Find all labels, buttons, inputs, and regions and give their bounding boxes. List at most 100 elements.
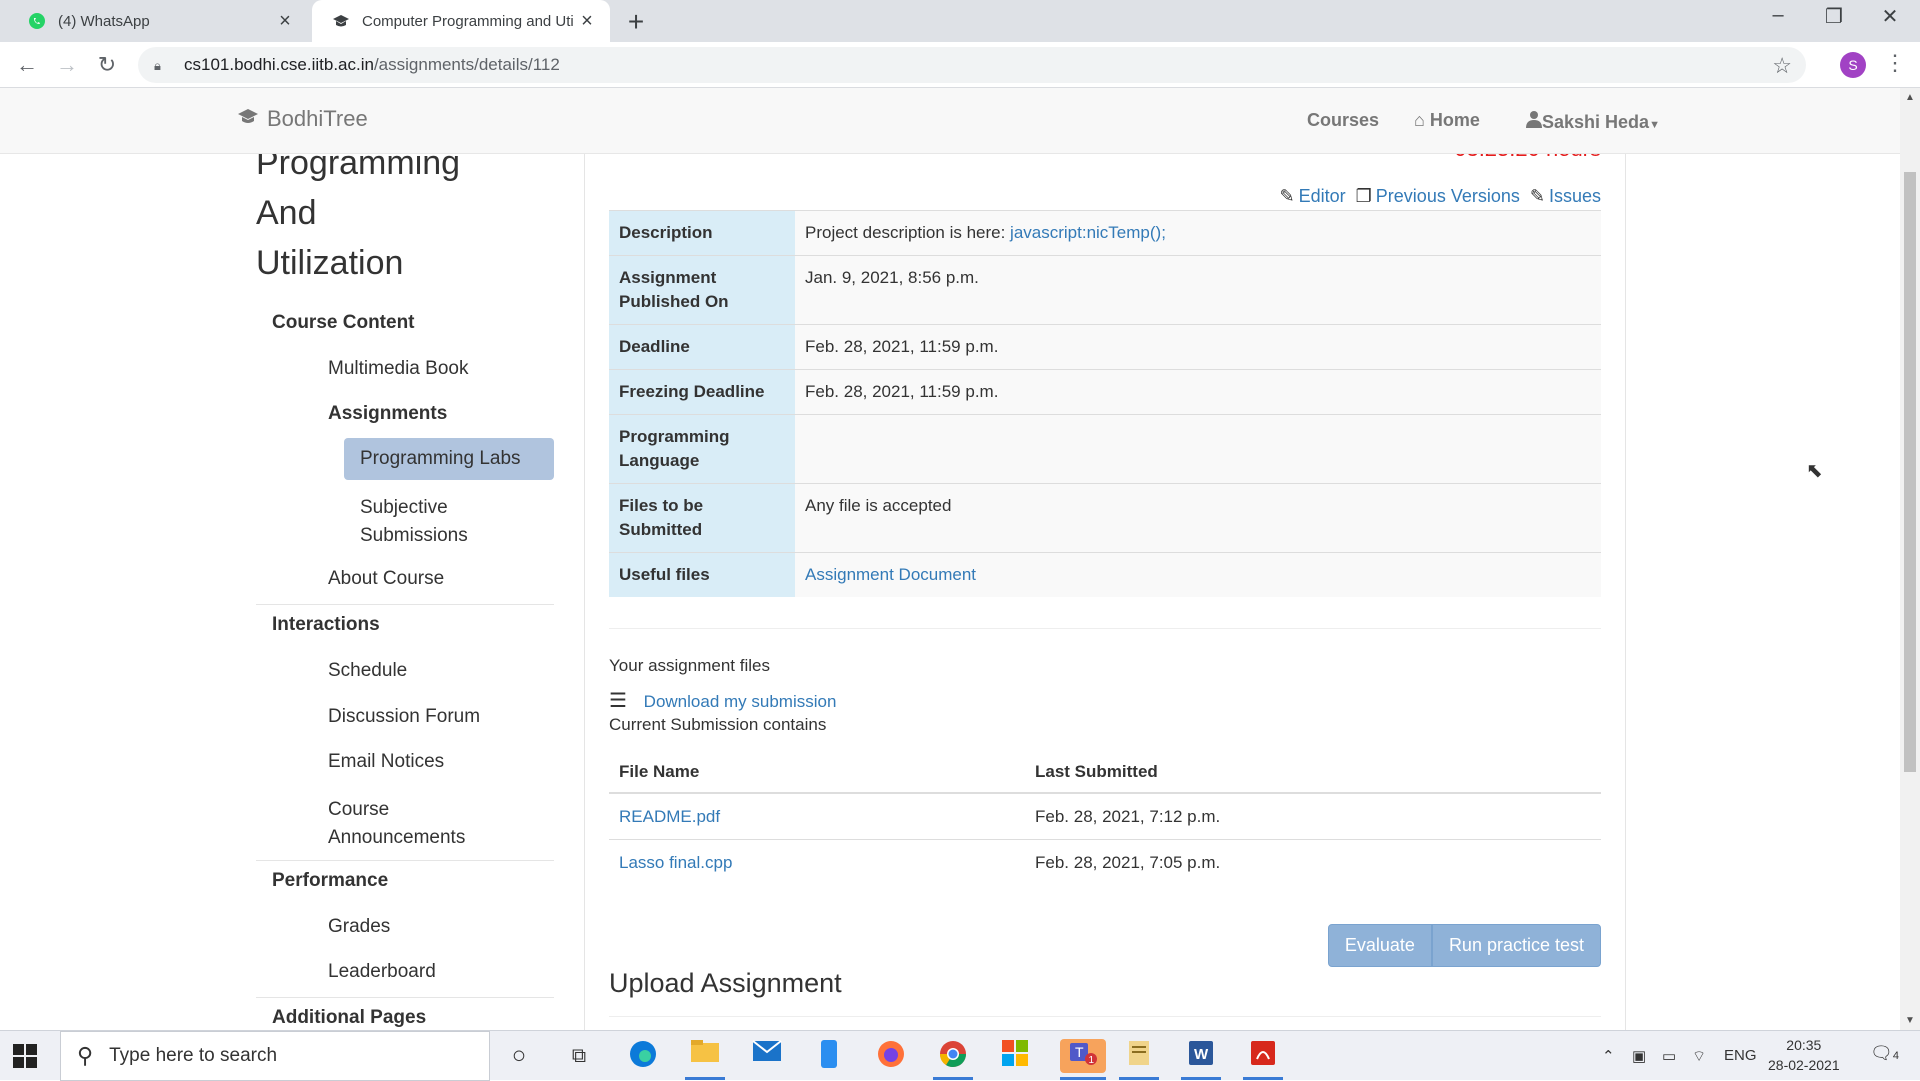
sidebar-divider — [256, 604, 554, 605]
sidebar-item-discussion-forum[interactable]: Discussion Forum — [328, 706, 480, 728]
firefox-icon[interactable] — [874, 1039, 908, 1073]
edge-icon[interactable] — [626, 1039, 660, 1073]
close-tab-icon[interactable]: × — [274, 10, 296, 33]
sidebar-item-schedule[interactable]: Schedule — [328, 660, 407, 682]
date-cell: Feb. 28, 2021, 7:12 p.m. — [1025, 792, 1601, 840]
download-submission-link[interactable]: Download my submission — [644, 692, 837, 711]
file-link[interactable]: Lasso final.cpp — [619, 853, 732, 872]
restore-icon[interactable]: ❐ — [1814, 4, 1854, 29]
sidebar-item-grades[interactable]: Grades — [328, 916, 390, 938]
info-value: Any file is accepted — [795, 483, 1601, 553]
info-key: Useful files — [609, 552, 795, 597]
graduation-cap-icon — [237, 108, 259, 131]
microsoft-store-icon[interactable] — [998, 1039, 1032, 1073]
profile-avatar[interactable]: S — [1840, 52, 1866, 78]
bookmark-star-icon[interactable]: ☆ — [1772, 53, 1792, 79]
previous-versions-link[interactable]: ❐ Previous Versions — [1356, 186, 1520, 207]
info-value: Feb. 28, 2021, 11:59 p.m. — [795, 369, 1601, 415]
phone-app-icon[interactable] — [812, 1039, 846, 1073]
graduation-cap-icon — [332, 12, 350, 30]
browser-menu-icon[interactable]: ⋮ — [1884, 50, 1906, 76]
current-submission-label: Current Submission contains — [609, 715, 827, 734]
scroll-thumb[interactable] — [1904, 172, 1916, 772]
show-hidden-icons-icon[interactable]: ⌃ — [1602, 1047, 1615, 1065]
chrome-icon[interactable] — [936, 1039, 970, 1073]
word-icon[interactable]: W — [1184, 1039, 1218, 1073]
teams-icon[interactable]: T1 — [1060, 1039, 1106, 1073]
cortana-icon[interactable]: ○ — [502, 1039, 536, 1073]
sidebar-item-assignments[interactable]: Assignments — [328, 403, 447, 425]
sidebar-item-programming-labs[interactable]: Programming Labs — [344, 438, 554, 480]
sidebar-interactions[interactable]: Interactions — [272, 614, 380, 636]
scroll-down-icon[interactable]: ▼ — [1905, 1015, 1915, 1026]
description-link[interactable]: javascript:nicTemp(); — [1010, 223, 1166, 242]
nav-home[interactable]: ⌂ Home — [1414, 110, 1480, 131]
taskbar-search-box[interactable]: ⚲ Type here to search — [60, 1031, 490, 1081]
editor-label: Editor — [1298, 186, 1346, 206]
task-view-icon[interactable]: ⧉ — [562, 1039, 596, 1073]
file-explorer-icon[interactable] — [688, 1039, 722, 1073]
download-row: ☰ Download my submission — [609, 688, 836, 713]
notepad-icon[interactable] — [1122, 1039, 1156, 1073]
sidebar-item-about-course[interactable]: About Course — [328, 568, 444, 590]
meet-now-icon[interactable]: ▣ — [1632, 1047, 1646, 1065]
sidebar-item-label: Announcements — [328, 827, 466, 848]
tab-course[interactable]: Computer Programming and Uti × — [312, 0, 610, 42]
scroll-up-icon[interactable]: ▲ — [1905, 92, 1915, 103]
sidebar-item-course-announcements[interactable]: Course Announcements — [328, 796, 465, 852]
site-navbar: BodhiTree Courses ⌂ Home Sakshi Heda▼ — [0, 88, 1900, 154]
windows-start-icon[interactable] — [12, 1043, 38, 1069]
sidebar-performance[interactable]: Performance — [272, 870, 388, 892]
info-key-line: Programming — [619, 427, 730, 446]
tab-label: Computer Programming and Uti — [362, 12, 574, 30]
sidebar-item-label: Subjective — [360, 497, 448, 518]
brand-link[interactable]: BodhiTree — [237, 106, 368, 132]
tab-whatsapp[interactable]: (4) WhatsApp × — [8, 0, 308, 42]
nav-courses[interactable]: Courses — [1307, 110, 1379, 131]
new-tab-icon[interactable]: + — [622, 6, 650, 38]
sidebar-item-subjective-submissions[interactable]: Subjective Submissions — [360, 494, 468, 550]
close-tab-icon[interactable]: × — [576, 10, 598, 33]
acrobat-icon[interactable] — [1246, 1039, 1280, 1073]
page-scrollbar[interactable]: ▲ ▼ — [1900, 88, 1920, 1030]
your-files-label: Your assignment files — [609, 656, 770, 675]
edit-icon: ✎ — [1529, 186, 1545, 206]
language-indicator[interactable]: ENG — [1724, 1047, 1757, 1064]
info-key-line: Language — [619, 451, 700, 470]
mouse-cursor-icon: ⬉ — [1806, 460, 1823, 482]
run-practice-test-button[interactable]: Run practice test — [1431, 924, 1601, 967]
file-link[interactable]: README.pdf — [619, 807, 720, 826]
page-content: Programming And Utilization Course Conte… — [0, 154, 1900, 1030]
list-icon: ☰ — [609, 690, 627, 712]
address-bar[interactable]: 🔒︎ cs101.bodhi.cse.iitb.ac.in/assignment… — [138, 47, 1806, 83]
upload-assignment-heading: Upload Assignment — [609, 968, 842, 998]
sidebar-item-multimedia-book[interactable]: Multimedia Book — [328, 358, 468, 380]
sidebar-item-label: Course — [328, 799, 390, 820]
taskbar-clock[interactable]: 20:35 28-02-2021 — [1768, 1035, 1840, 1075]
sidebar-additional-pages[interactable]: Additional Pages — [272, 1007, 426, 1029]
wifi-icon[interactable]: ⌔ — [1692, 1047, 1706, 1066]
info-key-line: Submitted — [619, 520, 703, 539]
forward-icon[interactable]: → — [52, 50, 82, 80]
editor-link[interactable]: ✎ Editor — [1280, 186, 1346, 207]
battery-icon[interactable]: ▭ — [1662, 1047, 1676, 1065]
nav-user-dropdown[interactable]: Sakshi Heda▼ — [1526, 110, 1660, 133]
close-window-icon[interactable]: ✕ — [1870, 4, 1910, 29]
whatsapp-icon — [28, 12, 46, 30]
assignment-document-link[interactable]: Assignment Document — [805, 565, 976, 584]
minimize-icon[interactable]: – — [1758, 4, 1798, 27]
mail-icon[interactable] — [750, 1039, 784, 1073]
sidebar-item-email-notices[interactable]: Email Notices — [328, 751, 444, 773]
evaluate-button[interactable]: Evaluate — [1327, 924, 1432, 967]
notifications-icon[interactable]: 🗨︎4 — [1870, 1043, 1899, 1064]
table-row: Assignment Published On Jan. 9, 2021, 8:5… — [609, 255, 1601, 325]
sidebar-item-label: Submissions — [360, 525, 468, 546]
info-key: Description — [609, 210, 795, 256]
sidebar-item-leaderboard[interactable]: Leaderboard — [328, 961, 436, 983]
svg-text:W: W — [1194, 1046, 1209, 1063]
issues-link[interactable]: ✎ Issues — [1530, 186, 1601, 207]
back-icon[interactable]: ← — [12, 50, 42, 80]
reload-icon[interactable]: ↻ — [92, 50, 122, 80]
brand-name: BodhiTree — [267, 106, 368, 131]
sidebar-course-content[interactable]: Course Content — [272, 312, 415, 334]
